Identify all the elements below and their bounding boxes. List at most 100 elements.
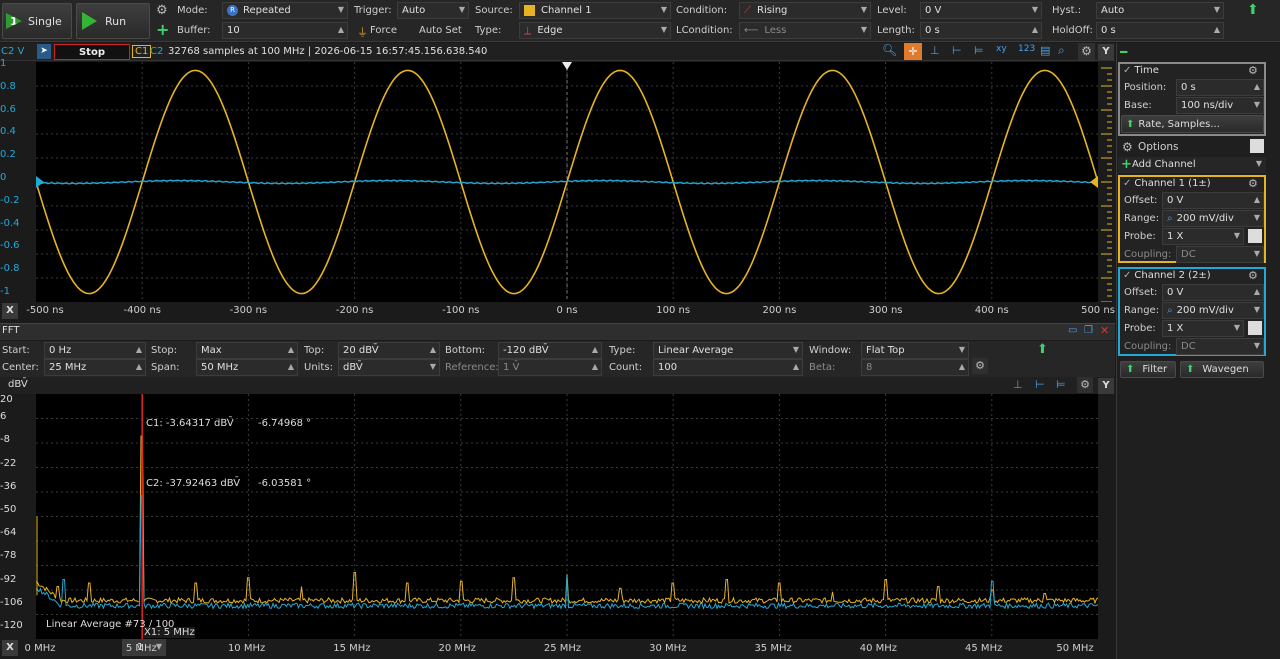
channel1-settings-icon[interactable]: ⚙ — [1248, 177, 1258, 190]
mode-value: Repeated — [243, 5, 291, 16]
add-channel-button[interactable]: + Add Channel ▼ — [1118, 157, 1266, 173]
fft-start-input[interactable]: 0 Hz ▲ — [44, 342, 146, 359]
fft-restore-icon[interactable]: ❐ — [1084, 325, 1093, 336]
fft-type-select[interactable]: Linear Average ▼ — [653, 342, 803, 359]
mode-select[interactable]: R Repeated ▼ — [222, 2, 348, 19]
time-position-input[interactable]: 0 s ▲ — [1176, 79, 1264, 96]
time-settings-icon[interactable]: ⚙ — [1248, 64, 1258, 77]
gear-icon[interactable]: ⚙ — [156, 3, 168, 18]
fft-h-cursor-icon[interactable]: ⊥ — [1013, 378, 1023, 391]
rate-samples-button[interactable]: ⬆ Rate, Samples... — [1121, 115, 1264, 133]
scope-plot[interactable] — [36, 62, 1098, 302]
scope-x-tick: -100 ns — [442, 305, 480, 316]
fft-top-input[interactable]: 20 dBV̄ ▲ — [338, 342, 440, 359]
fft-plot-settings-icon[interactable]: ⚙ — [1077, 377, 1093, 393]
ch2-probe-select[interactable]: 1 X ▼ — [1162, 320, 1244, 337]
fft-close-icon[interactable]: ✕ — [1100, 324, 1109, 337]
ch2-coupling-select[interactable]: DC ▼ — [1176, 338, 1264, 355]
force-button[interactable]: Force — [370, 25, 397, 36]
scope-settings-icon[interactable]: ⚙ — [1078, 43, 1095, 60]
fft-cursor-c1-phase: -6.74968 ° — [258, 418, 312, 429]
ch1-probe-select[interactable]: 1 X ▼ — [1162, 228, 1244, 245]
length-input[interactable]: 0 s ▲ — [920, 22, 1042, 39]
fft-count-input[interactable]: 100 ▲ — [653, 359, 803, 376]
xy-icon[interactable]: xy — [996, 44, 1007, 54]
ch2-offset-input[interactable]: 0 V ▲ — [1162, 284, 1264, 301]
measure-icon[interactable]: ⊨ — [974, 44, 984, 57]
fft-count-label: Count: — [609, 362, 643, 373]
fft-bottom-input[interactable]: -120 dBV̄ ▲ — [498, 342, 602, 359]
fft-x-tick: 45 MHz — [965, 643, 1003, 654]
ch1-probe-notes-icon[interactable] — [1248, 229, 1262, 243]
fft-units-select[interactable]: dBV̄ ▼ — [338, 359, 440, 376]
fft-center-input[interactable]: 25 MHz ▲ — [44, 359, 146, 376]
scope-x-axis-button[interactable]: X — [2, 303, 18, 319]
fft-beta-input[interactable]: 8 ▲ — [861, 359, 969, 376]
ch1-offset-input[interactable]: 0 V ▲ — [1162, 192, 1264, 209]
level-label: Level: — [877, 5, 907, 16]
ch1-coupling-select[interactable]: DC ▼ — [1176, 246, 1264, 263]
ch2-range-select[interactable]: ⌕ 200 mV/div ▼ — [1162, 302, 1264, 319]
channel2-settings-icon[interactable]: ⚙ — [1248, 269, 1258, 282]
sidebar-collapse-icon[interactable]: ━ — [1120, 45, 1127, 59]
fft-right-strip — [1098, 394, 1115, 639]
type-select[interactable]: ⟂ Edge ▼ — [519, 22, 671, 39]
holdoff-input[interactable]: 0 s ▲ — [1096, 22, 1224, 39]
source-select[interactable]: Channel 1 ▼ — [519, 2, 671, 19]
scope-y-tick: -0.4 — [0, 217, 20, 229]
h-cursor-icon[interactable]: ⊥ — [930, 44, 940, 57]
fft-measure-icon[interactable]: ⊨ — [1056, 378, 1066, 391]
wavegen-button[interactable]: ⬆ Wavegen — [1180, 361, 1264, 378]
collapse-arrow-icon[interactable]: ⬆ — [1247, 2, 1259, 18]
scope-x-tick: 400 ns — [974, 305, 1009, 316]
fft-expand-icon[interactable]: ⬆ — [1037, 342, 1048, 357]
fft-x-tick: 15 MHz — [333, 643, 371, 654]
condition-select[interactable]: ⟋ Rising ▼ — [739, 2, 871, 19]
time-position-label: Position: — [1124, 82, 1167, 93]
fft-x-axis-button[interactable]: X — [2, 640, 18, 656]
fft-reference-input[interactable]: 1 V̄ ▲ — [498, 359, 602, 376]
zoom-icon[interactable]: 🔍︎ — [882, 43, 897, 57]
options-notes-icon[interactable] — [1250, 139, 1264, 153]
ch1-probe-label: Probe: — [1124, 231, 1156, 242]
search-icon[interactable]: ⌕ — [1058, 43, 1065, 58]
lcondition-select[interactable]: ⟵ Less ▼ — [739, 22, 871, 39]
run-button[interactable]: Run — [76, 3, 150, 39]
options-gear-icon[interactable]: ⚙ — [1122, 140, 1133, 154]
fft-settings-icon[interactable]: ⚙ — [972, 358, 988, 374]
level-input[interactable]: 0 V ▼ — [920, 2, 1042, 19]
add-icon[interactable]: + — [156, 20, 169, 39]
single-button[interactable]: 1 Single — [2, 3, 72, 39]
ch2-coupling-label: Coupling: — [1124, 341, 1172, 352]
values-icon[interactable]: 123 — [1018, 44, 1035, 54]
ch1-range-select[interactable]: ⌕ 200 mV/div ▼ — [1162, 210, 1264, 227]
fft-v-cursor-icon[interactable]: ⊢ — [1035, 378, 1045, 391]
scope-y-tick: 1 — [0, 58, 7, 69]
buffer-input[interactable]: 10 ▲ — [222, 22, 348, 39]
stack-icon[interactable]: ▤ — [1040, 44, 1050, 57]
trigger-select[interactable]: Auto ▼ — [397, 2, 469, 19]
autoset-button[interactable]: Auto Set — [419, 25, 462, 36]
v-cursor-icon[interactable]: ⊢ — [952, 44, 962, 57]
time-title[interactable]: ✓ Time — [1123, 65, 1159, 76]
scope-y-tick: -1 — [0, 286, 10, 297]
y-axis-button[interactable]: Y — [1098, 44, 1114, 60]
ch2-probe-notes-icon[interactable] — [1248, 321, 1262, 335]
hyst-input[interactable]: Auto ▼ — [1096, 2, 1224, 19]
channel2-title[interactable]: ✓ Channel 2 (2±) — [1123, 270, 1211, 281]
fft-stop-input[interactable]: Max ▲ — [196, 342, 298, 359]
c1-tag[interactable]: C1 — [132, 45, 152, 58]
options-label[interactable]: Options — [1138, 141, 1179, 153]
fft-bottom-label: Bottom: — [445, 345, 486, 356]
c2-tag[interactable]: C2 — [150, 46, 163, 57]
fft-window-select[interactable]: Flat Top ▼ — [861, 342, 969, 359]
fft-y-axis-button[interactable]: Y — [1098, 378, 1114, 394]
time-base-input[interactable]: 100 ns/div ▼ — [1176, 97, 1264, 114]
fft-minimize-icon[interactable]: ▭ — [1068, 325, 1077, 336]
cursor-tool-icon[interactable]: ➤ — [37, 44, 51, 59]
channel1-title[interactable]: ✓ Channel 1 (1±) — [1123, 178, 1211, 189]
filter-button[interactable]: ⬆ Filter — [1120, 361, 1176, 378]
cursor-crosshair-icon[interactable]: ✛ — [904, 43, 922, 60]
fft-plot[interactable] — [36, 394, 1098, 639]
fft-span-input[interactable]: 50 MHz ▲ — [196, 359, 298, 376]
